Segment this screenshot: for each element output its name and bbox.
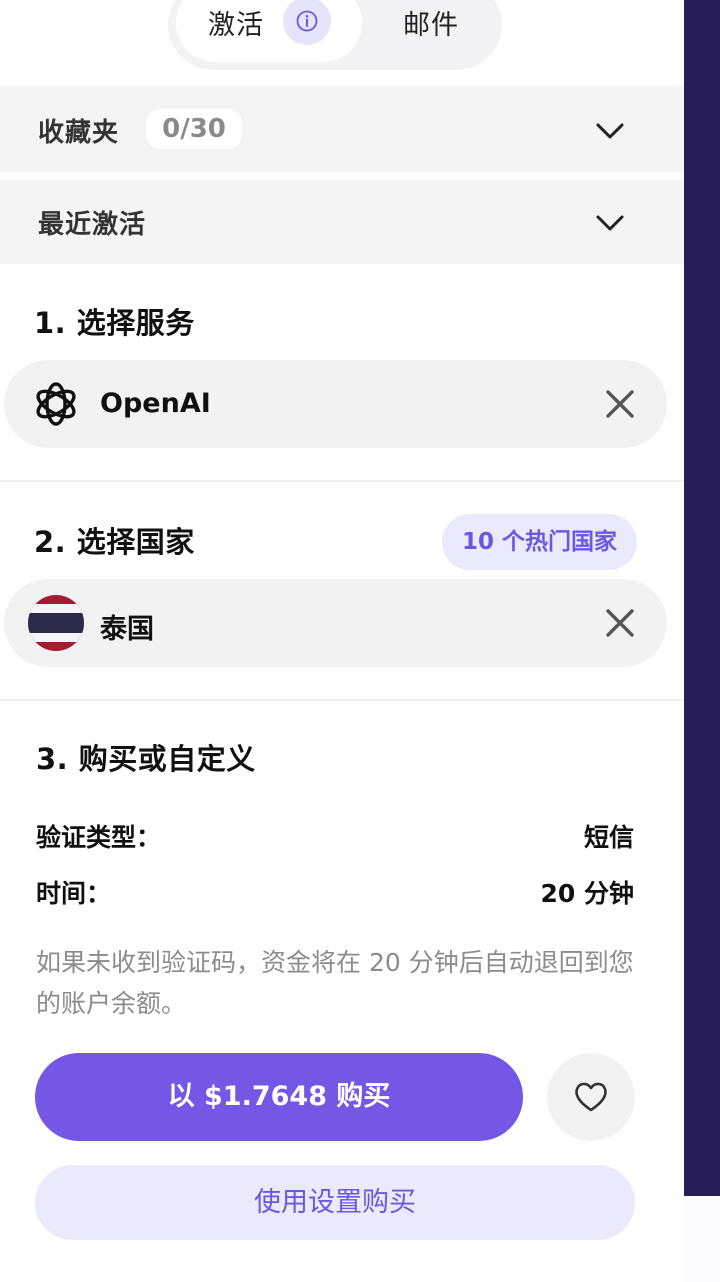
tab-activation[interactable] xyxy=(176,0,362,62)
favorites-label: 收藏夹 xyxy=(38,118,120,148)
country-selector[interactable]: 泰国 xyxy=(4,579,667,667)
time-row: 时间： 20 分钟 xyxy=(36,874,634,908)
step2-title: 2. 选择国家 xyxy=(34,525,195,559)
selected-service: OpenAI xyxy=(100,388,211,419)
buy-with-settings-button[interactable]: 使用设置购买 xyxy=(35,1165,635,1240)
service-selector[interactable]: OpenAI xyxy=(4,360,667,448)
heart-icon xyxy=(575,1082,607,1112)
openai-logo-icon xyxy=(36,382,76,426)
tab-mail[interactable]: 邮件 xyxy=(403,3,459,42)
divider xyxy=(0,699,684,701)
buy-button[interactable]: 以 $1.7648 购买 xyxy=(35,1053,523,1141)
side-overlay-footer xyxy=(684,1196,720,1282)
step3-title: 3. 购买或自定义 xyxy=(36,742,256,776)
recent-activations-row[interactable]: 最近激活 xyxy=(0,180,684,264)
time-value: 20 分钟 xyxy=(540,879,635,908)
verification-type-row: 验证类型： 短信 xyxy=(36,818,634,852)
main-panel: 激活 邮件 收藏夹 0/30 最近激活 1. 选择服务 OpenAI 2. 选择… xyxy=(0,0,684,1282)
verification-type-value: 短信 xyxy=(583,823,634,852)
chevron-down-icon[interactable] xyxy=(594,114,626,146)
add-favorite-button[interactable] xyxy=(547,1053,635,1141)
side-overlay xyxy=(684,0,720,1196)
close-icon[interactable] xyxy=(600,603,640,643)
recent-activations-label: 最近激活 xyxy=(38,210,147,240)
refund-note: 如果未收到验证码，资金将在 20 分钟后自动退回到您的账户余额。 xyxy=(36,948,634,1018)
close-icon[interactable] xyxy=(600,384,640,424)
tab-activation-label[interactable]: 激活 xyxy=(208,3,264,42)
verification-type-label: 验证类型： xyxy=(36,823,162,852)
favorites-count-badge: 0/30 xyxy=(146,109,242,149)
step1-title: 1. 选择服务 xyxy=(34,306,195,340)
popular-countries-button[interactable]: 10 个热门国家 xyxy=(442,514,637,570)
favorites-row[interactable]: 收藏夹 0/30 xyxy=(0,86,684,172)
thailand-flag-icon xyxy=(28,595,84,651)
divider xyxy=(0,480,684,482)
time-label: 时间： xyxy=(36,879,112,908)
chevron-down-icon[interactable] xyxy=(594,206,626,238)
selected-country: 泰国 xyxy=(100,614,154,645)
